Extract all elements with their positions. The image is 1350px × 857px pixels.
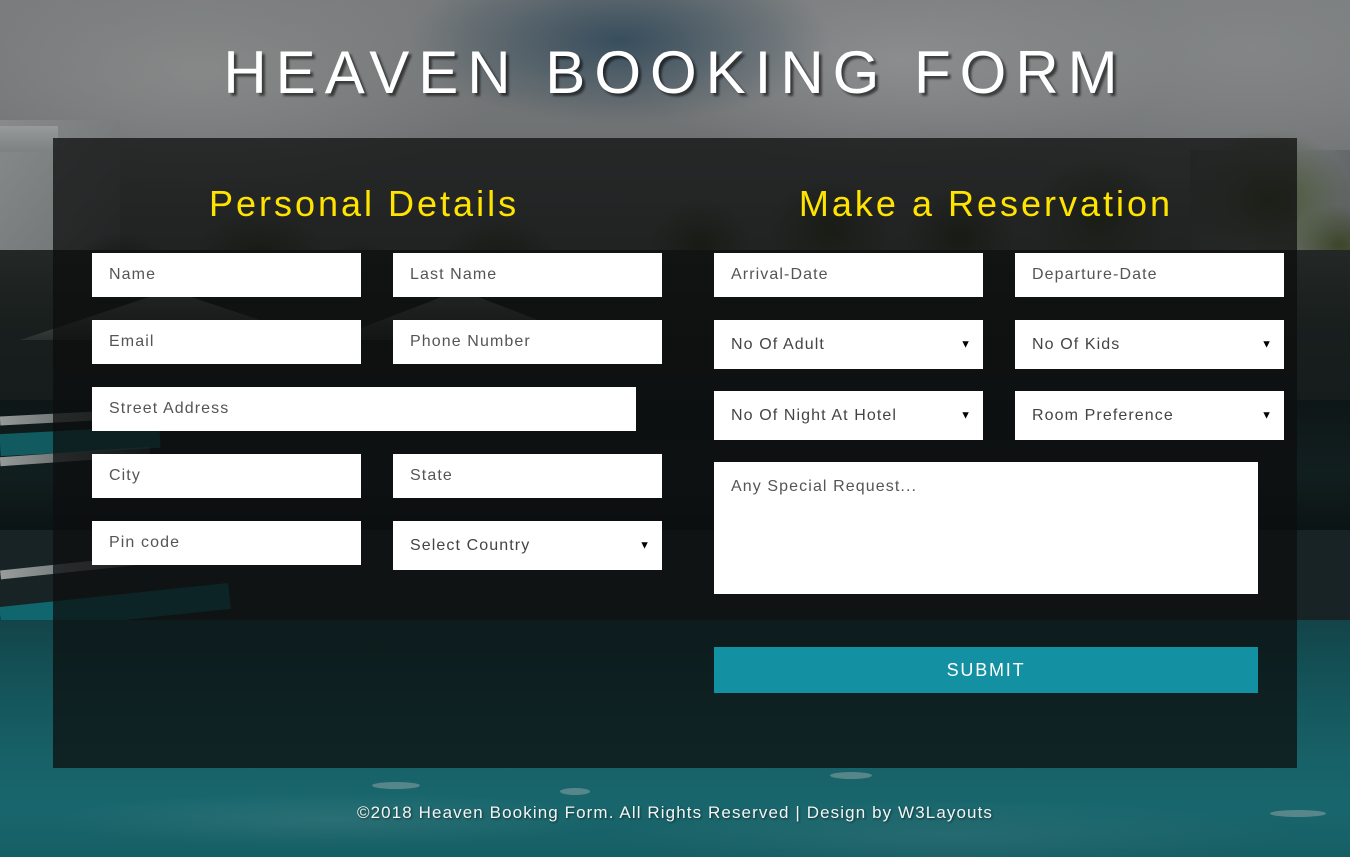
nights-select[interactable]: No Of Night At Hotel ▼ [714,391,983,440]
room-preference-select[interactable]: Room Preference ▼ [1015,391,1284,440]
kids-select-value: No Of Kids [1032,336,1121,353]
name-row [92,253,662,297]
chevron-down-icon: ▼ [639,539,650,551]
reservation-heading: Make a Reservation [798,183,1174,224]
reservation-fields: No Of Adult ▼ No Of Kids ▼ No Of Night A… [675,225,1297,693]
adults-select[interactable]: No Of Adult ▼ [714,320,983,369]
pin-code-input[interactable] [92,521,361,565]
personal-details-column: Personal Details Name Last Name Email Ph… [53,138,675,768]
guests-row: No Of Adult ▼ No Of Kids ▼ [714,320,1284,369]
city-input[interactable] [92,454,361,498]
chevron-down-icon: ▼ [1261,338,1272,350]
city-state-row [92,454,662,498]
chevron-down-icon: ▼ [1261,409,1272,421]
personal-details-heading: Personal Details [208,183,520,224]
pin-country-row: Select Country ▼ [92,521,662,570]
state-input[interactable] [393,454,662,498]
departure-date-input[interactable] [1015,253,1284,297]
chevron-down-icon: ▼ [960,338,971,350]
phone-number-input[interactable] [393,320,662,364]
email-input[interactable] [92,320,361,364]
room-preference-select-value: Room Preference [1032,407,1174,424]
street-row [92,387,636,431]
chevron-down-icon: ▼ [960,409,971,421]
contact-row [92,320,662,364]
page-title: HEAVEN BOOKING FORM [223,39,1127,106]
country-select[interactable]: Select Country ▼ [393,521,662,570]
booking-form-panel: Personal Details Name Last Name Email Ph… [53,138,1297,768]
last-name-input[interactable] [393,253,662,297]
special-request-row [714,462,1258,594]
personal-details-fields: Select Country ▼ [53,225,675,570]
reservation-column: Make a Reservation No Of Adult ▼ No Of K… [675,138,1297,768]
special-request-textarea[interactable] [714,462,1258,594]
booking-page: HEAVEN BOOKING FORM Personal Details Nam… [0,0,1350,857]
kids-select[interactable]: No Of Kids ▼ [1015,320,1284,369]
footer-copyright: ©2018 Heaven Booking Form. All Rights Re… [356,803,993,822]
nights-select-value: No Of Night At Hotel [731,407,898,424]
street-address-input[interactable] [92,387,636,431]
dates-row [714,253,1284,297]
stay-room-row: No Of Night At Hotel ▼ Room Preference ▼ [714,391,1284,440]
submit-button[interactable]: SUBMIT [714,647,1258,693]
arrival-date-input[interactable] [714,253,983,297]
country-select-value: Select Country [410,537,531,554]
adults-select-value: No Of Adult [731,336,825,353]
first-name-input[interactable] [92,253,361,297]
